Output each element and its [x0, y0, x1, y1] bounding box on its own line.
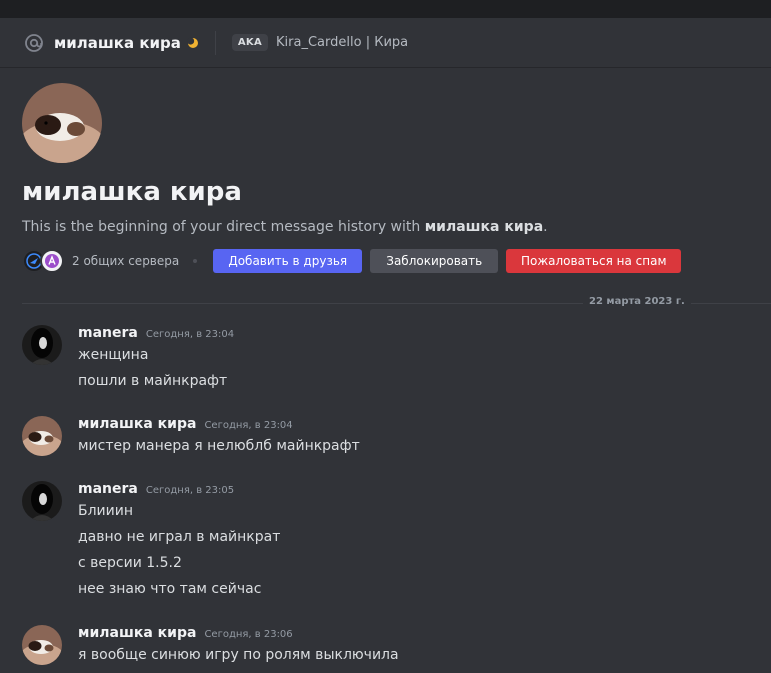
message-text: Блииин: [78, 503, 134, 519]
moon-status-icon: [186, 36, 199, 49]
message-timestamp: Сегодня, в 23:04: [145, 329, 235, 340]
header-username[interactable]: милашка кира: [54, 34, 181, 52]
mutual-servers-link[interactable]: 2 общих сервера: [72, 254, 179, 268]
message-text: женщина: [78, 347, 149, 363]
message-header: manera Сегодня, в 23:05: [78, 481, 234, 501]
intro-avatar[interactable]: [22, 83, 102, 163]
avatar[interactable]: [22, 416, 62, 456]
message-timestamp: Сегодня, в 23:04: [204, 420, 293, 431]
avatar[interactable]: [22, 325, 62, 365]
mutual-server-icon[interactable]: [40, 249, 64, 273]
intro-actions: 2 общих сервера Добавить в друзья Заблок…: [22, 249, 762, 273]
intro-username: милашка кира: [22, 177, 242, 207]
dm-intro: милашка кира This is the beginning of yo…: [22, 83, 762, 273]
aka-badge: AKA: [231, 34, 269, 51]
message-text: я вообще синюю игру по ролям выключила: [78, 647, 399, 663]
message-timestamp: Сегодня, в 23:05: [145, 485, 235, 496]
message-header: manera Сегодня, в 23:04: [78, 325, 234, 345]
date-divider-label: 22 марта 2023 г.: [583, 296, 691, 307]
aka-names: Kira_Cardello | Кира: [276, 35, 409, 50]
avatar[interactable]: [22, 625, 62, 665]
dm-header: милашка кира AKA Kira_Cardello | Кира: [0, 18, 771, 68]
message-text: с версии 1.5.2: [78, 555, 182, 571]
message-header: милашка кира Сегодня, в 23:06: [78, 625, 293, 645]
add-friend-button[interactable]: Добавить в друзья: [213, 249, 363, 273]
avatar[interactable]: [22, 481, 62, 521]
intro-description: This is the beginning of your direct mes…: [22, 219, 548, 235]
message-author[interactable]: милашка кира: [78, 416, 196, 432]
message-text: нее знаю что там сейчас: [78, 581, 262, 597]
block-button[interactable]: Заблокировать: [370, 249, 499, 273]
header-divider: [214, 30, 216, 55]
report-spam-button[interactable]: Пожаловаться на спам: [506, 249, 682, 273]
separator-dot: [193, 259, 198, 263]
message-timestamp: Сегодня, в 23:06: [204, 629, 293, 640]
message-text: мистер манера я нелюблб майнкрафт: [78, 438, 360, 454]
window-top-strip: [0, 0, 771, 18]
message-author[interactable]: manera: [78, 481, 138, 497]
message-author[interactable]: милашка кира: [78, 625, 196, 641]
message-text: пошли в майнкрафт: [78, 373, 228, 389]
message-header: милашка кира Сегодня, в 23:04: [78, 416, 293, 436]
message-author[interactable]: manera: [78, 325, 138, 341]
at-sign-icon: [24, 33, 44, 53]
message-text: давно не играл в майнкрат: [78, 529, 281, 545]
